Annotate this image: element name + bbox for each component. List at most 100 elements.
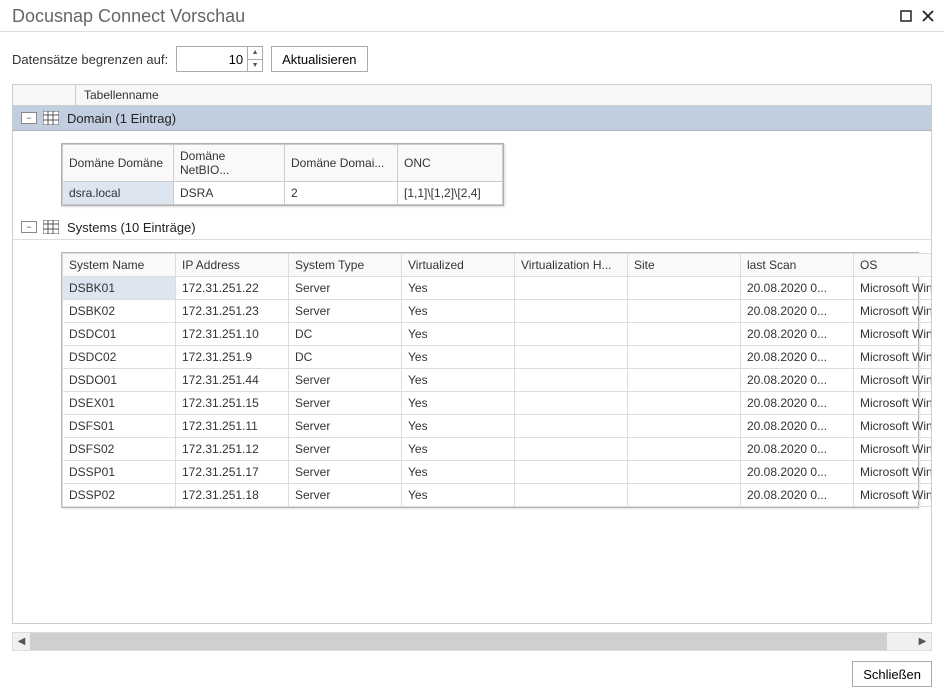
cell-name: DSFS02 [63, 438, 176, 461]
cell-virt: Yes [402, 369, 515, 392]
cell-scan: 20.08.2020 0... [741, 346, 854, 369]
cell-os: Microsoft Win... [854, 461, 933, 484]
cell-scan: 20.08.2020 0... [741, 323, 854, 346]
limit-label: Datensätze begrenzen auf: [12, 52, 168, 67]
cell-vhost [515, 346, 628, 369]
cell-os: Microsoft Win... [854, 346, 933, 369]
close-icon[interactable] [922, 9, 934, 25]
horizontal-scrollbar[interactable]: ◀ ▶ [12, 632, 932, 651]
table-row[interactable]: DSFS02172.31.251.12ServerYes 20.08.2020 0… [63, 438, 933, 461]
col-os[interactable]: OS [854, 254, 933, 277]
cell-virt: Yes [402, 346, 515, 369]
col-system-type[interactable]: System Type [289, 254, 402, 277]
cell-type: Server [289, 438, 402, 461]
limit-input[interactable] [177, 47, 247, 71]
cell-scan: 20.08.2020 0... [741, 415, 854, 438]
cell-virt: Yes [402, 300, 515, 323]
limit-spinner[interactable]: ▲ ▼ [176, 46, 263, 72]
table-row[interactable]: DSBK01172.31.251.22ServerYes20.08.2020 0… [63, 277, 933, 300]
cell-type: Server [289, 484, 402, 507]
close-button[interactable]: Schließen [852, 661, 932, 687]
cell-vhost [515, 438, 628, 461]
table-row[interactable]: DSBK02172.31.251.23ServerYes20.08.2020 0… [63, 300, 933, 323]
cell-scan: 20.08.2020 0... [741, 461, 854, 484]
cell-type: DC [289, 346, 402, 369]
col-domain-domaene[interactable]: Domäne Domäne [63, 145, 174, 182]
refresh-button[interactable]: Aktualisieren [271, 46, 367, 72]
table-row[interactable]: DSDO01172.31.251.44ServerYes20.08.2020 0… [63, 369, 933, 392]
scroll-thumb[interactable] [30, 633, 887, 650]
cell-virt: Yes [402, 438, 515, 461]
col-domain-domai[interactable]: Domäne Domai... [285, 145, 398, 182]
table-row[interactable]: DSEX01172.31.251.15ServerYes20.08.2020 0… [63, 392, 933, 415]
cell-os: Microsoft Win... [854, 392, 933, 415]
col-domain-netbios[interactable]: Domäne NetBIO... [174, 145, 285, 182]
cell-ip: 172.31.251.10 [176, 323, 289, 346]
cell-site [628, 392, 741, 415]
cell-type: Server [289, 392, 402, 415]
spinner-down-icon[interactable]: ▼ [248, 60, 262, 72]
cell-virt: Yes [402, 415, 515, 438]
cell-scan: 20.08.2020 0... [741, 369, 854, 392]
collapse-icon[interactable]: − [21, 221, 37, 233]
cell-vhost [515, 461, 628, 484]
col-virtualized[interactable]: Virtualized [402, 254, 515, 277]
cell-ip: 172.31.251.12 [176, 438, 289, 461]
cell-site [628, 484, 741, 507]
group-row-domain[interactable]: − Domain (1 Eintrag) [13, 106, 931, 131]
cell-scan: 20.08.2020 0... [741, 300, 854, 323]
table-row[interactable]: DSSP02172.31.251.18ServerYes20.08.2020 0… [63, 484, 933, 507]
table-row[interactable]: DSSP01172.31.251.17ServerYes20.08.2020 0… [63, 461, 933, 484]
scroll-left-icon[interactable]: ◀ [13, 633, 30, 650]
table-row[interactable]: DSDC01172.31.251.10DCYes20.08.2020 0...M… [63, 323, 933, 346]
domain-row[interactable]: dsra.local DSRA 2 [1,1]\[1,2]\[2,4] [63, 182, 503, 205]
cell-ip: 172.31.251.22 [176, 277, 289, 300]
cell-scan: 20.08.2020 0... [741, 392, 854, 415]
maximize-icon[interactable] [900, 9, 912, 25]
cell-scan: 20.08.2020 0... [741, 438, 854, 461]
cell-site [628, 300, 741, 323]
cell-vhost [515, 415, 628, 438]
col-ip-address[interactable]: IP Address [176, 254, 289, 277]
spinner-up-icon[interactable]: ▲ [248, 47, 262, 60]
cell-os: Microsoft Win... [854, 323, 933, 346]
col-site[interactable]: Site [628, 254, 741, 277]
cell-name: DSSP01 [63, 461, 176, 484]
cell-name: DSDO01 [63, 369, 176, 392]
group-row-systems[interactable]: − Systems (10 Einträge) [13, 215, 931, 240]
cell-ip: 172.31.251.17 [176, 461, 289, 484]
domain-header-row: Domäne Domäne Domäne NetBIO... Domäne Do… [63, 145, 503, 182]
col-last-scan[interactable]: last Scan [741, 254, 854, 277]
cell-site [628, 438, 741, 461]
systems-header-row: System Name IP Address System Type Virtu… [63, 254, 933, 277]
cell-name: DSBK01 [63, 277, 176, 300]
scroll-right-icon[interactable]: ▶ [914, 633, 931, 650]
cell-vhost [515, 323, 628, 346]
cell-type: Server [289, 461, 402, 484]
domain-table-section: Domäne Domäne Domäne NetBIO... Domäne Do… [13, 131, 931, 215]
cell-ip: 172.31.251.9 [176, 346, 289, 369]
titlebar: Docusnap Connect Vorschau [0, 0, 944, 32]
collapse-icon[interactable]: − [21, 112, 37, 124]
cell-virt: Yes [402, 277, 515, 300]
col-system-name[interactable]: System Name [63, 254, 176, 277]
cell-os: Microsoft Win... [854, 415, 933, 438]
cell-os: Microsoft Win... [854, 277, 933, 300]
cell-os: Microsoft Win... [854, 369, 933, 392]
col-onc[interactable]: ONC [398, 145, 503, 182]
cell-vhost [515, 484, 628, 507]
cell-vhost [515, 277, 628, 300]
cell-name: DSFS01 [63, 415, 176, 438]
cell-ip: 172.31.251.23 [176, 300, 289, 323]
cell-site [628, 323, 741, 346]
table-row[interactable]: DSDC02172.31.251.9DCYes20.08.2020 0...Mi… [63, 346, 933, 369]
footer: Schließen [0, 651, 944, 697]
cell-site [628, 277, 741, 300]
grid-header-tablename: Tabellenname [76, 85, 931, 105]
table-row[interactable]: DSFS01172.31.251.11ServerYes20.08.2020 0… [63, 415, 933, 438]
col-virtualization-host[interactable]: Virtualization H... [515, 254, 628, 277]
cell-type: Server [289, 415, 402, 438]
cell-site [628, 346, 741, 369]
cell-virt: Yes [402, 484, 515, 507]
scroll-track[interactable] [30, 633, 914, 650]
